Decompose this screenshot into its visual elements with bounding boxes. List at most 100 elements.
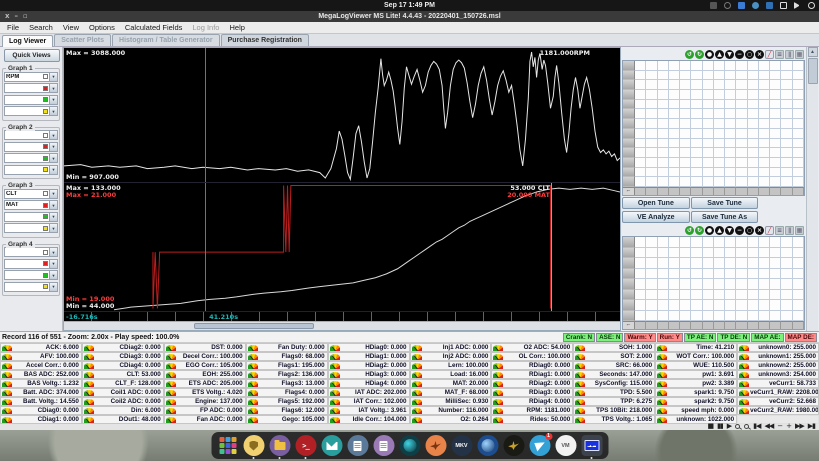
ve-cell[interactable]	[669, 311, 680, 322]
ve-cell[interactable]	[725, 279, 736, 290]
ve-cell[interactable]	[736, 269, 747, 280]
terminal-icon[interactable]: >_	[295, 435, 316, 456]
ve-cell[interactable]	[781, 177, 792, 187]
decrease-cells-icon[interactable]: ●	[705, 226, 714, 235]
data-cell[interactable]: unknown0: 255.000	[737, 343, 819, 352]
clear-cells-icon[interactable]: ×	[755, 226, 764, 235]
chevron-down-icon[interactable]: ▼	[49, 283, 57, 291]
ve-cell[interactable]	[714, 269, 725, 280]
ve-cell[interactable]	[646, 71, 657, 81]
skip-start-button[interactable]: ▮◀	[753, 423, 760, 430]
ve-cell[interactable]	[770, 139, 781, 149]
rewind-button[interactable]: ◀◀	[764, 423, 773, 430]
ve-cell[interactable]	[658, 119, 669, 129]
ve-cell[interactable]	[703, 168, 714, 178]
ve-cell[interactable]	[658, 311, 669, 322]
power-tray-icon[interactable]	[808, 2, 815, 9]
ve-cell[interactable]	[646, 177, 657, 187]
time-cursor-line[interactable]	[205, 48, 206, 182]
ve-cell[interactable]	[759, 139, 770, 149]
ve-cell[interactable]	[725, 71, 736, 81]
table-columns-icon[interactable]: ≡	[775, 50, 784, 59]
stop-button[interactable]: ■	[707, 423, 713, 430]
graph1-field-select-2[interactable]: ▼	[4, 83, 58, 93]
ve-cell[interactable]	[781, 109, 792, 119]
skip-end-button[interactable]: ▶▮	[808, 423, 815, 430]
ve-cell[interactable]	[680, 71, 691, 81]
ve-cell[interactable]	[646, 90, 657, 100]
ve-cell[interactable]	[714, 158, 725, 168]
network-globe-tray-icon[interactable]	[752, 2, 759, 9]
data-cell[interactable]: Engine: 137.000	[164, 397, 246, 406]
set-value-icon[interactable]: ○	[745, 226, 754, 235]
ve-cell[interactable]	[680, 177, 691, 187]
ve-cell[interactable]	[658, 109, 669, 119]
ve-cell[interactable]	[714, 80, 725, 90]
privacy-app-icon[interactable]	[399, 435, 420, 456]
ve-cell[interactable]	[635, 311, 646, 322]
ve-cell[interactable]	[793, 100, 804, 110]
ve-cell[interactable]	[759, 177, 770, 187]
data-cell[interactable]: Accel Corr.: 0.000	[0, 361, 82, 370]
ve-cell[interactable]	[725, 300, 736, 311]
ve-cell[interactable]	[691, 129, 702, 139]
ve-cell[interactable]	[736, 279, 747, 290]
graph-horizontal-scrollbar[interactable]	[64, 321, 620, 330]
ve-cell[interactable]	[725, 129, 736, 139]
ve-cell[interactable]	[635, 148, 646, 158]
data-cell[interactable]: HDiag0: 0.000	[328, 343, 410, 352]
ve-cell[interactable]	[781, 61, 792, 71]
open-tune-button[interactable]: Open Tune	[622, 197, 690, 209]
ve-cell[interactable]	[759, 80, 770, 90]
ve-cell[interactable]	[725, 258, 736, 269]
shield-browser-icon[interactable]	[243, 435, 264, 456]
ve-cell[interactable]	[736, 237, 747, 248]
ve-cell[interactable]	[748, 248, 759, 259]
ve-cell[interactable]	[793, 237, 804, 248]
graph1-field-select-3[interactable]: ▼	[4, 95, 58, 105]
ve-cell[interactable]	[658, 279, 669, 290]
ve-cell[interactable]	[703, 139, 714, 149]
graph2-field-select-2[interactable]: ▼	[4, 142, 58, 152]
ve-cell[interactable]	[635, 158, 646, 168]
data-cell[interactable]: TPD: 5.500	[573, 388, 655, 397]
maximize-window-icon[interactable]: ▫	[23, 12, 28, 21]
chevron-down-icon[interactable]: ▼	[49, 84, 57, 92]
ve-cell[interactable]	[736, 258, 747, 269]
data-cell[interactable]: Inj1 ADC: 0.000	[410, 343, 492, 352]
ve-cell[interactable]	[725, 148, 736, 158]
ve-cell[interactable]	[793, 109, 804, 119]
data-cell[interactable]: HDiag4: 0.000	[328, 379, 410, 388]
data-cell[interactable]: WOT Corr.: 100.000	[655, 352, 737, 361]
time-cursor-line[interactable]	[205, 183, 206, 311]
ve-cell[interactable]	[635, 100, 646, 110]
ve-cell[interactable]	[793, 279, 804, 290]
save-tune-button[interactable]: Save Tune	[691, 197, 759, 209]
ve-cell[interactable]	[725, 158, 736, 168]
ve-cell[interactable]	[703, 119, 714, 129]
tab-log-viewer[interactable]: Log Viewer	[2, 35, 53, 47]
data-cell[interactable]: ETS Voltg.: 4.020	[164, 388, 246, 397]
data-cell[interactable]: Seconds: 147.000	[573, 370, 655, 379]
graph4-field-select-3[interactable]: ▼	[4, 270, 58, 280]
data-cell[interactable]: Flags1: 195.000	[246, 361, 328, 370]
zoom-in-button[interactable]	[735, 424, 740, 429]
ve-cell[interactable]	[759, 90, 770, 100]
ve-cell[interactable]	[725, 290, 736, 301]
ve-cell[interactable]	[635, 248, 646, 259]
ve-cell[interactable]	[680, 100, 691, 110]
data-cell[interactable]: IAT Corr.: 102.000	[328, 397, 410, 406]
ve-cell[interactable]	[691, 177, 702, 187]
data-cell[interactable]: RDiag1: 0.000	[491, 370, 573, 379]
chevron-down-icon[interactable]: ▼	[49, 166, 57, 174]
ve-cell[interactable]	[748, 269, 759, 280]
file-manager-icon[interactable]	[269, 435, 290, 456]
donotdisturb-tray-icon[interactable]	[724, 2, 731, 9]
ve-cell[interactable]	[646, 290, 657, 301]
time-axis[interactable]: -16.716s 41.210s	[64, 311, 620, 321]
chevron-down-icon[interactable]: ▼	[49, 271, 57, 279]
ve-cell[interactable]	[714, 258, 725, 269]
data-cell[interactable]: FP ADC: 0.000	[164, 406, 246, 415]
data-cell[interactable]: AFV: 100.000	[0, 352, 82, 361]
ve-cell[interactable]	[736, 177, 747, 187]
